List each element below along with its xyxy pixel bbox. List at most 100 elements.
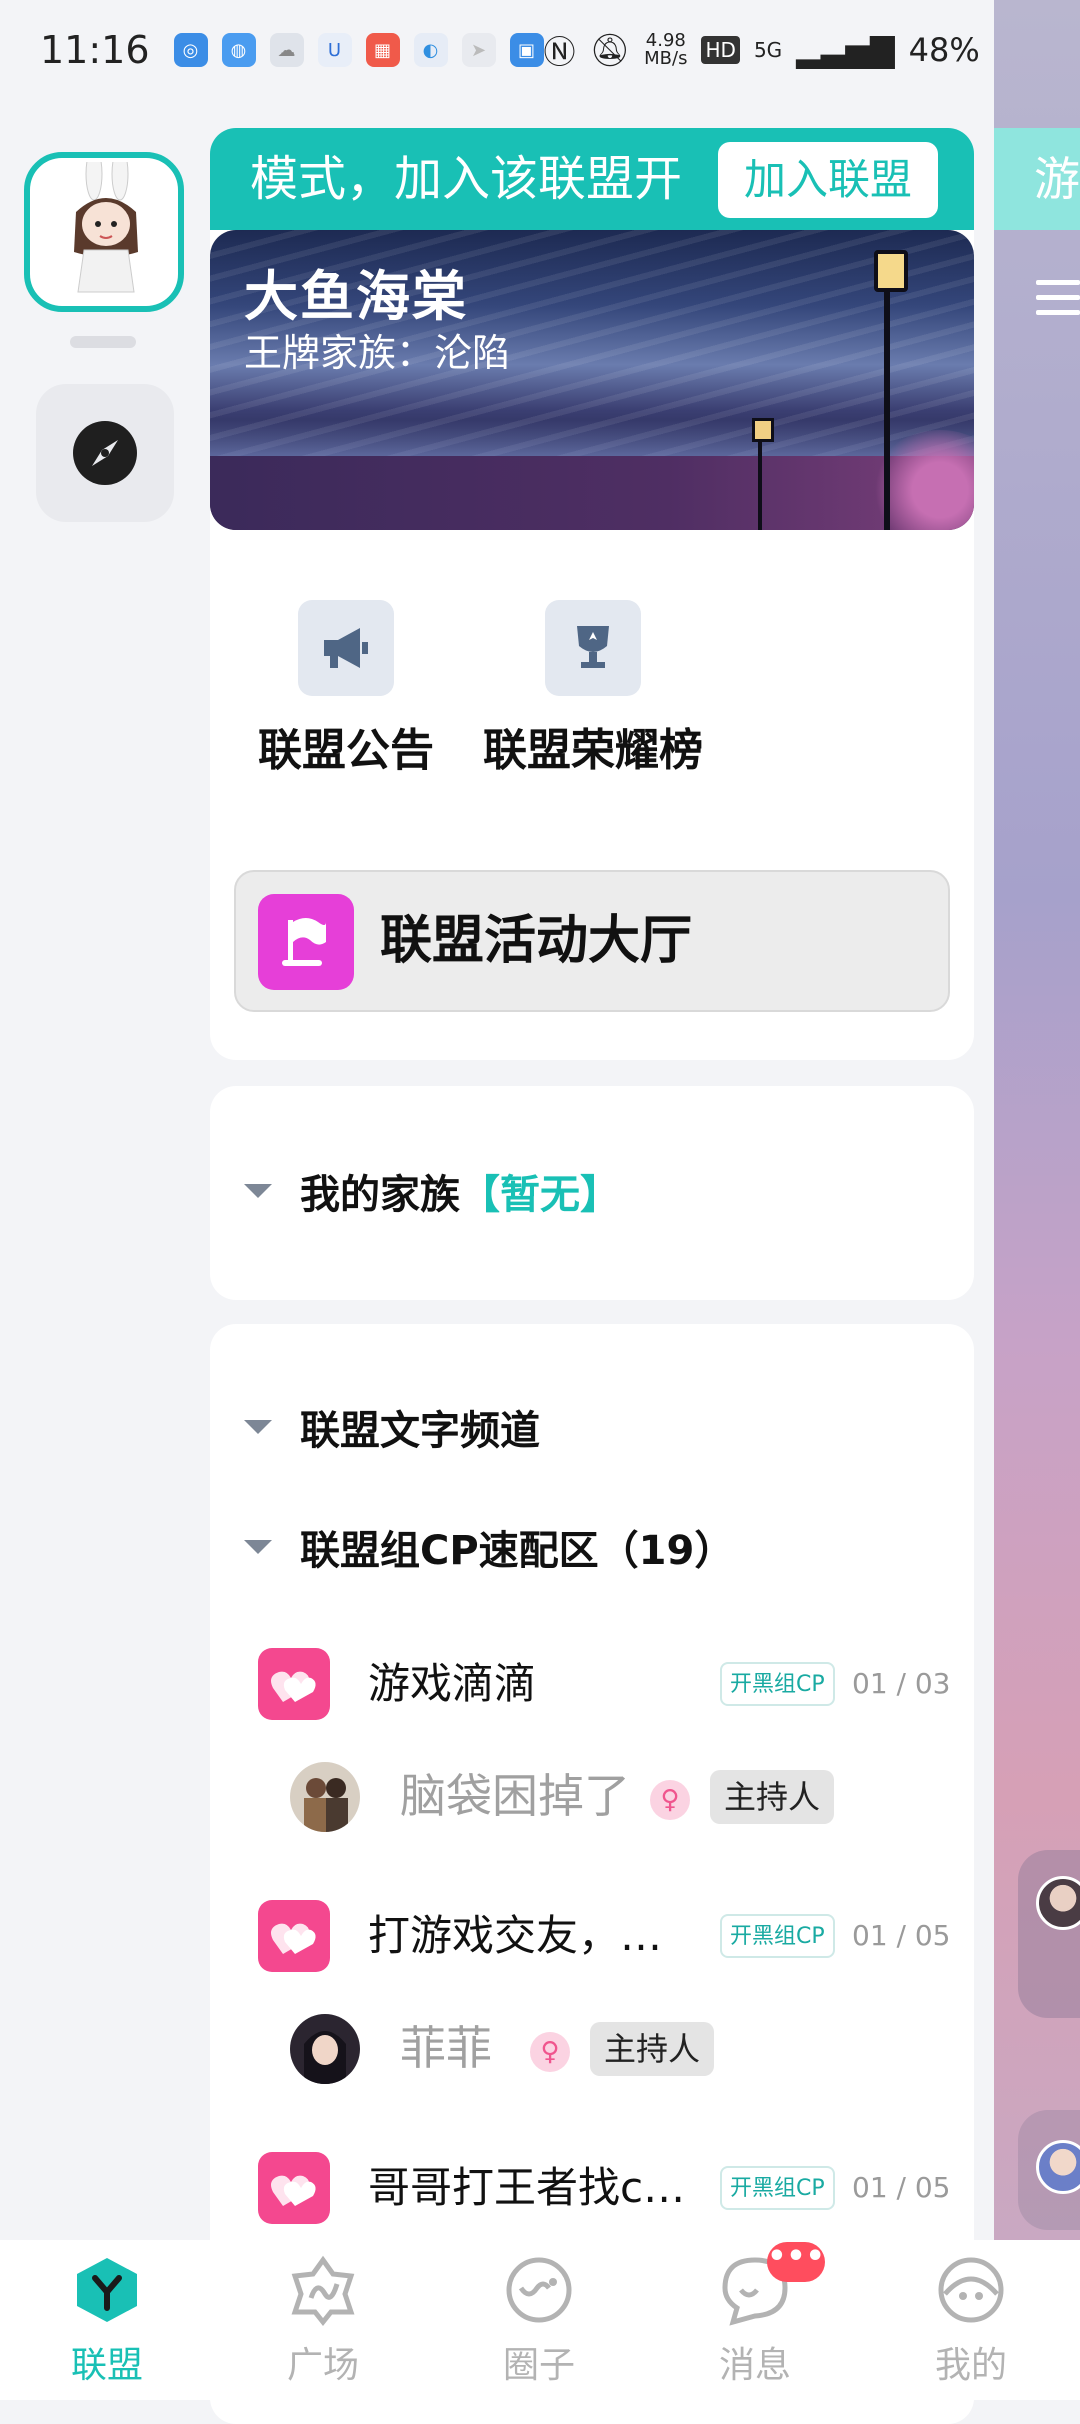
battery-percent: 48% — [908, 31, 980, 69]
host-avatar[interactable] — [290, 2014, 360, 2084]
anime-girl-avatar-icon — [34, 162, 174, 302]
room-item[interactable]: 哥哥打王者找c… 开黑组CP 01 / 05 — [258, 2152, 951, 2232]
peek-floating-card[interactable] — [1018, 2110, 1080, 2230]
nav-label: 联盟 — [70, 2345, 143, 2386]
square-nav-icon — [287, 2254, 359, 2327]
notification-send-icon: ➤ — [461, 33, 496, 67]
signal-icon: ▂▃▅▇ — [796, 31, 895, 69]
megaphone-icon — [298, 600, 394, 696]
join-alliance-button[interactable]: 加入联盟 — [718, 142, 938, 218]
host-name: 菲菲 — [400, 2021, 492, 2075]
female-icon: ♀ — [530, 2032, 570, 2072]
nav-label: 圈子 — [502, 2345, 575, 2386]
street-lamp-post — [884, 270, 890, 530]
nav-circle[interactable]: 圈子 — [454, 2254, 624, 2388]
alliance-banner[interactable]: 大鱼海棠 王牌家族：沦陷 — [210, 230, 974, 530]
nav-label: 广场 — [286, 2345, 359, 2386]
compass-icon — [73, 421, 137, 485]
room-tag: 开黑组CP — [720, 1914, 835, 1958]
cp-zone-label: 联盟组CP速配区（19） — [300, 1528, 735, 1574]
double-heart-icon — [258, 1648, 330, 1720]
chevron-down-icon — [244, 1184, 272, 1198]
room-count: 01 / 05 — [852, 1919, 951, 1952]
chevron-down-icon — [244, 1420, 272, 1434]
nav-label: 消息 — [718, 2345, 791, 2386]
alliance-info-card: 大鱼海棠 王牌家族：沦陷 联盟公告 联盟荣耀榜 联盟活动大厅 — [210, 230, 974, 1060]
status-bar: 11:16 ◎ ◍ ☁ U ▦ ◐ ➤ ▣ Ⓝ 🔕︎ 4.98 MB/s HD 5… — [0, 0, 1080, 100]
chevron-down-icon — [244, 1540, 272, 1554]
menu-icon[interactable] — [1036, 280, 1080, 320]
notification-app-icon: ◐ — [413, 33, 448, 67]
room-tag: 开黑组CP — [720, 2166, 835, 2210]
nav-messages[interactable]: ••• 消息 — [670, 2242, 840, 2388]
text-channel-row[interactable]: 联盟文字频道 — [244, 1398, 540, 1456]
host-badge: 主持人 — [590, 2022, 715, 2076]
hd-icon: HD — [701, 36, 740, 64]
circle-nav-icon — [503, 2254, 575, 2326]
alliance-rail — [0, 100, 210, 2240]
notification-chat-icon: ☁ — [269, 33, 304, 67]
ace-family: 王牌家族：沦陷 — [244, 331, 511, 375]
my-family-status: 【暂无】 — [460, 1172, 620, 1218]
rail-divider — [70, 336, 136, 348]
network-speed: 4.98 MB/s — [644, 32, 687, 68]
peek-avatar — [1036, 1876, 1080, 1930]
alliance-honor-board-button[interactable]: 联盟荣耀榜 — [438, 600, 748, 778]
peek-banner: 游 — [994, 128, 1080, 230]
street-lamp-icon — [874, 250, 908, 292]
nav-label: 我的 — [934, 2345, 1007, 2386]
honor-board-label: 联盟荣耀榜 — [483, 725, 703, 776]
activity-hall-button[interactable]: 联盟活动大厅 — [234, 870, 950, 1012]
status-time: 11:16 — [40, 28, 150, 72]
room-count: 01 / 05 — [852, 2171, 951, 2204]
double-heart-icon — [258, 1900, 330, 1972]
nfc-icon: Ⓝ — [543, 33, 576, 71]
notification-app-icon: U — [317, 33, 352, 67]
my-family-row[interactable]: 我的家族【暂无】 — [244, 1162, 620, 1220]
notification-app-icon: ▣ — [509, 33, 544, 67]
profile-nav-icon — [935, 2254, 1007, 2326]
announcement-label: 联盟公告 — [258, 725, 434, 776]
join-alliance-bar: 模式，加入该联盟开 加入联盟 — [210, 128, 974, 230]
network-speed-unit: MB/s — [644, 48, 688, 69]
host-avatar[interactable] — [290, 1762, 360, 1832]
street-lamp-icon — [752, 418, 774, 442]
room-count: 01 / 03 — [852, 1667, 951, 1700]
host-badge: 主持人 — [710, 1770, 835, 1824]
nav-me[interactable]: 我的 — [886, 2254, 1056, 2388]
alliance-nav-icon — [71, 2254, 143, 2326]
my-family-title: 我的家族 — [300, 1172, 460, 1218]
nav-square[interactable]: 广场 — [238, 2254, 408, 2388]
room-name: 打游戏交友，… — [368, 1911, 663, 1960]
discover-compass-button[interactable] — [36, 384, 174, 522]
notification-calendar-icon: ▦ — [365, 33, 400, 67]
cp-zone-row[interactable]: 联盟组CP速配区（19） — [244, 1518, 734, 1576]
unread-badge: ••• — [767, 2242, 825, 2282]
status-bar-right: Ⓝ 🔕︎ 4.98 MB/s HD 5G ▂▃▅▇ 48% — [543, 27, 1057, 73]
host-name: 脑袋困掉了 — [400, 1769, 630, 1823]
room-tag: 开黑组CP — [720, 1662, 835, 1706]
bottom-nav: 联盟 广场 圈子 ••• 消息 我的 — [0, 2240, 1080, 2400]
room-name: 哥哥打王者找c… — [368, 2163, 686, 2212]
room-item[interactable]: 打游戏交友，… 开黑组CP 01 / 05 菲菲 ♀ 主持人 — [258, 1900, 951, 2100]
trophy-icon — [545, 600, 641, 696]
nav-alliance[interactable]: 联盟 — [22, 2254, 192, 2388]
room-name: 游戏滴滴 — [368, 1659, 537, 1708]
activity-hall-label: 联盟活动大厅 — [380, 911, 693, 971]
network-type: 5G — [753, 38, 783, 62]
room-item[interactable]: 游戏滴滴 开黑组CP 01 / 03 脑袋困掉了 ♀ 主持人 — [258, 1648, 951, 1848]
peek-banner-text: 游 — [1034, 152, 1080, 206]
peek-floating-card[interactable] — [1018, 1850, 1080, 2018]
alliance-avatar[interactable] — [24, 152, 184, 312]
peek-avatar — [1036, 2140, 1080, 2194]
alliance-announcement-button[interactable]: 联盟公告 — [226, 600, 466, 778]
notification-app-icon: ◎ — [173, 33, 208, 67]
double-heart-icon — [258, 2152, 330, 2224]
notification-app-icon: ◍ — [221, 33, 256, 67]
text-channel-label: 联盟文字频道 — [300, 1408, 540, 1454]
chat-bubble-icon: ••• — [719, 2242, 825, 2326]
status-bar-left: 11:16 ◎ ◍ ☁ U ▦ ◐ ➤ ▣ — [40, 28, 544, 72]
my-family-card: 我的家族【暂无】 — [210, 1086, 974, 1300]
alliance-name: 大鱼海棠 — [244, 265, 468, 328]
banner-city — [210, 420, 974, 460]
